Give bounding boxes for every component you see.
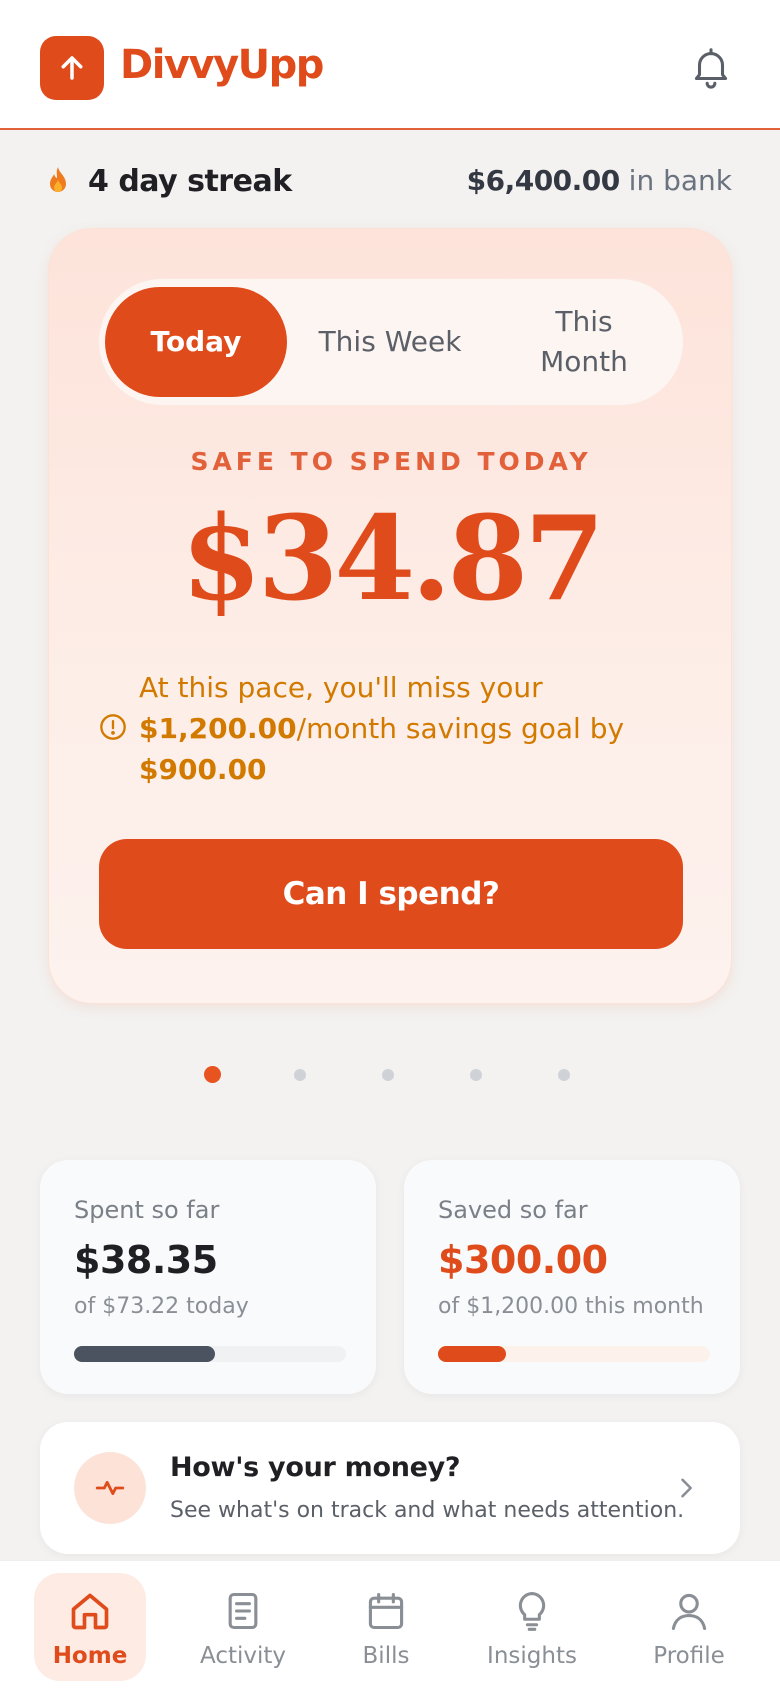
saved-progress-fill	[438, 1346, 506, 1362]
tab-today[interactable]: Today	[105, 287, 287, 397]
app-header: DivvyUpp	[0, 0, 780, 130]
carousel-dot[interactable]	[382, 1069, 394, 1081]
safe-to-spend-card: Today This Week This Month SAFE TO SPEND…	[48, 228, 732, 1004]
summary-row: 4 day streak $6,400.00 in bank	[0, 158, 780, 208]
warning-shortfall: $900.00	[139, 753, 267, 786]
warning-goal-amount: $1,200.00	[139, 712, 297, 745]
lightbulb-icon	[518, 1592, 546, 1631]
money-health-title: How's your money?	[170, 1452, 461, 1483]
money-health-icon-badge	[74, 1452, 146, 1524]
spent-progress-track	[74, 1346, 346, 1362]
nav-bills-label: Bills	[362, 1643, 410, 1669]
savings-warning: At this pace, you'll miss your $1,200.00…	[139, 667, 659, 790]
nav-bills[interactable]: Bills	[330, 1573, 442, 1681]
streak-label: 4 day streak	[88, 164, 292, 199]
bank-suffix: in bank	[628, 164, 732, 197]
chevron-right-icon	[681, 1478, 692, 1498]
nav-activity-label: Activity	[199, 1643, 286, 1669]
alert-circle-icon	[100, 714, 126, 740]
spent-label: Spent so far	[74, 1196, 220, 1224]
carousel-dot[interactable]	[294, 1069, 306, 1081]
carousel-dot[interactable]	[558, 1069, 570, 1081]
bottom-nav: Home Activity Bills Insights Profile	[0, 1560, 780, 1688]
nav-home-label: Home	[52, 1643, 128, 1669]
spent-value: $38.35	[74, 1238, 218, 1282]
carousel-dot[interactable]	[204, 1066, 221, 1083]
brand-name: DivvyUpp	[120, 42, 324, 88]
home-icon	[71, 1593, 109, 1630]
saved-progress-track	[438, 1346, 710, 1362]
safe-to-spend-label: SAFE TO SPEND TODAY	[190, 447, 592, 476]
nav-insights[interactable]: Insights	[476, 1573, 588, 1681]
nav-profile-label: Profile	[653, 1643, 725, 1669]
nav-profile[interactable]: Profile	[633, 1573, 745, 1681]
bank-balance: $6,400.00 in bank	[467, 164, 732, 197]
nav-insights-label: Insights	[487, 1643, 577, 1669]
can-i-spend-button[interactable]: Can I spend?	[99, 839, 683, 949]
carousel-dot[interactable]	[470, 1069, 482, 1081]
saved-card[interactable]: Saved so far $300.00 of $1,200.00 this m…	[404, 1160, 740, 1394]
tab-this-month[interactable]: This Month	[491, 287, 677, 397]
carousel-dots	[0, 1064, 780, 1084]
period-selector: Today This Week This Month	[99, 279, 683, 405]
saved-sub: of $1,200.00 this month	[438, 1294, 704, 1319]
tab-this-week[interactable]: This Week	[295, 287, 485, 397]
spent-sub: of $73.22 today	[74, 1294, 249, 1319]
spent-card[interactable]: Spent so far $38.35 of $73.22 today	[40, 1160, 376, 1394]
pulse-icon	[95, 1480, 125, 1496]
logo	[40, 36, 104, 100]
user-icon	[671, 1593, 707, 1630]
nav-home[interactable]: Home	[34, 1573, 146, 1681]
money-health-card[interactable]: How's your money? See what's on track an…	[40, 1422, 740, 1554]
safe-to-spend-amount: $34.87	[181, 491, 605, 627]
warning-text-middle: /month savings goal by	[296, 712, 625, 745]
document-icon	[228, 1592, 258, 1630]
saved-value: $300.00	[438, 1238, 608, 1282]
tab-this-month-label: This Month	[540, 305, 628, 378]
money-health-subtitle: See what's on track and what needs atten…	[170, 1498, 685, 1523]
flame-icon	[50, 167, 66, 192]
spent-progress-fill	[74, 1346, 216, 1362]
bank-amount: $6,400.00	[466, 164, 621, 197]
nav-activity[interactable]: Activity	[187, 1573, 299, 1681]
calendar-icon	[368, 1592, 404, 1630]
bell-icon[interactable]	[688, 44, 734, 90]
saved-label: Saved so far	[438, 1196, 588, 1224]
warning-text-before: At this pace, you'll miss your	[139, 671, 543, 704]
arrow-up-icon	[61, 56, 83, 80]
